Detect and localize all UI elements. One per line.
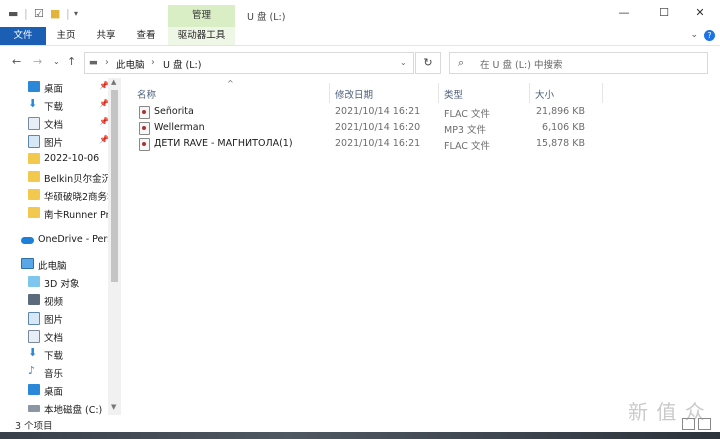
sidebar-item-desktop-pc[interactable]: 桌面: [0, 381, 108, 399]
sidebar-item-folder-2022-10-06[interactable]: 2022-10-06: [0, 150, 108, 168]
sidebar-item-this-pc[interactable]: 此电脑: [0, 255, 108, 273]
folder-icon: [28, 189, 40, 200]
close-button[interactable]: ✕: [690, 6, 710, 19]
pin-icon[interactable]: 📌: [99, 99, 108, 108]
download-icon: ⬇: [28, 346, 38, 359]
tab-view[interactable]: 查看: [130, 27, 162, 45]
sidebar-item-music[interactable]: ♪ 音乐: [0, 363, 108, 381]
tab-drive-tools[interactable]: 驱动器工具: [168, 27, 235, 45]
music-icon: ♪: [28, 364, 36, 377]
search-box[interactable]: ⌕ 在 U 盘 (L:) 中搜索: [449, 52, 708, 74]
refresh-button[interactable]: ↻: [415, 52, 441, 74]
sidebar-item-folder-belkin[interactable]: Belkin贝尔金沉浸: [0, 168, 108, 186]
back-button[interactable]: ←: [12, 55, 21, 68]
up-button[interactable]: ↑: [67, 55, 76, 68]
file-list: 名称 ^ 修改日期 类型 大小 Señorita 2021/10/14 16:2…: [122, 78, 720, 415]
sidebar-item-documents-pc[interactable]: 文档: [0, 327, 108, 345]
tab-share[interactable]: 共享: [90, 27, 122, 45]
window-title: U 盘 (L:): [247, 12, 286, 23]
navigation-bar: ← → ⌄ ↑ ▬ › 此电脑 › U 盘 (L:) ⌄ ↻ ⌕ 在 U 盘 (…: [0, 46, 720, 78]
forward-button[interactable]: →: [33, 55, 42, 68]
sidebar-item-pictures[interactable]: 图片 📌: [0, 132, 108, 150]
scroll-down-icon[interactable]: ▼: [111, 403, 116, 411]
document-icon: [28, 330, 40, 343]
sidebar-item-downloads-pc[interactable]: ⬇ 下载: [0, 345, 108, 363]
document-icon: [28, 117, 40, 130]
breadcrumb-this-pc[interactable]: 此电脑: [116, 57, 145, 71]
scrollbar-thumb[interactable]: [111, 90, 118, 282]
navigation-pane: 桌面 📌 ⬇ 下载 📌 文档 📌 图片 📌 2022-10-06 Belkin贝…: [0, 78, 121, 415]
recent-locations-icon[interactable]: ⌄: [53, 57, 60, 66]
pin-icon[interactable]: 📌: [99, 135, 108, 144]
desktop-icon: [28, 81, 40, 92]
column-header-date[interactable]: 修改日期: [330, 83, 439, 103]
onedrive-icon: [21, 237, 34, 244]
chevron-right-icon[interactable]: ›: [105, 57, 109, 68]
customize-toolbar-icon[interactable]: ▾: [74, 9, 78, 18]
audio-file-icon: [139, 138, 150, 151]
sidebar-item-onedrive[interactable]: OneDrive - Perso: [0, 231, 108, 249]
search-icon: ⌕: [458, 56, 465, 69]
sidebar-item-downloads[interactable]: ⬇ 下载 📌: [0, 96, 108, 114]
sort-up-icon: ^: [227, 79, 234, 88]
scroll-up-icon[interactable]: ▲: [111, 78, 116, 86]
cube-icon: [28, 276, 40, 287]
sidebar-item-3d-objects[interactable]: 3D 对象: [0, 273, 108, 291]
minimize-button[interactable]: —: [614, 6, 634, 19]
column-header-type[interactable]: 类型: [439, 83, 530, 103]
item-count: 3 个项目: [15, 421, 53, 432]
sidebar-item-folder-asus[interactable]: 华硕破晓2商务笔: [0, 186, 108, 204]
expand-ribbon-icon[interactable]: ⌄: [690, 30, 698, 40]
audio-file-icon: [139, 122, 150, 135]
explorer-window: ▬ | ☑ ■ | ▾ 管理 U 盘 (L:) — ☐ ✕ 文件 主页 共享 查…: [0, 0, 720, 432]
tab-file[interactable]: 文件: [0, 27, 46, 45]
folder-icon: [28, 207, 40, 218]
sidebar-item-local-disk-c[interactable]: 本地磁盘 (C:): [0, 399, 108, 415]
download-icon: ⬇: [28, 97, 38, 110]
chevron-right-icon[interactable]: ›: [151, 57, 155, 68]
sidebar-scrollbar[interactable]: ▲ ▼: [108, 78, 121, 415]
sidebar-item-pictures-pc[interactable]: 图片: [0, 309, 108, 327]
system-menu-icon[interactable]: ▬: [8, 7, 18, 20]
title-bar: ▬ | ☑ ■ | ▾ 管理 U 盘 (L:) — ☐ ✕: [0, 0, 720, 27]
status-bar: 3 个项目: [0, 415, 720, 432]
folder-icon: [28, 153, 40, 164]
picture-icon: [28, 135, 40, 148]
tab-home[interactable]: 主页: [50, 27, 82, 45]
tab-manage[interactable]: 管理: [168, 5, 235, 27]
help-icon[interactable]: ?: [704, 30, 715, 41]
file-row[interactable]: Wellerman 2021/10/14 16:20 MP3 文件 6,106 …: [134, 120, 600, 136]
drive-icon: [28, 405, 40, 412]
search-placeholder: 在 U 盘 (L:) 中搜索: [480, 60, 563, 71]
ribbon-tabs: 文件 主页 共享 查看 驱动器工具 ⌄ ?: [0, 27, 720, 46]
sidebar-item-folder-nank[interactable]: 南卡Runner Pro: [0, 204, 108, 222]
new-folder-icon[interactable]: ■: [50, 7, 60, 20]
file-row[interactable]: Señorita 2021/10/14 16:21 FLAC 文件 21,896…: [134, 104, 600, 120]
maximize-button[interactable]: ☐: [654, 6, 674, 19]
folder-icon: [28, 171, 40, 182]
separator: |: [24, 7, 28, 20]
desktop-background: [0, 432, 720, 439]
drive-icon: ▬: [89, 57, 98, 68]
sidebar-item-videos[interactable]: 视频: [0, 291, 108, 309]
video-icon: [28, 294, 40, 305]
column-header-size[interactable]: 大小: [530, 83, 603, 103]
audio-file-icon: [139, 106, 150, 119]
properties-icon[interactable]: ☑: [34, 7, 44, 20]
pin-icon[interactable]: 📌: [99, 117, 108, 126]
file-row[interactable]: ДЕТИ RAVE - МАГНИТОЛА(1) 2021/10/14 16:2…: [134, 136, 600, 152]
picture-icon: [28, 312, 40, 325]
desktop-icon: [28, 384, 40, 395]
address-bar[interactable]: ▬ › 此电脑 › U 盘 (L:) ⌄: [84, 52, 414, 74]
breadcrumb-drive[interactable]: U 盘 (L:): [163, 57, 201, 71]
address-dropdown-icon[interactable]: ⌄: [400, 58, 407, 67]
computer-icon: [21, 258, 34, 269]
column-header-name[interactable]: 名称 ^: [122, 79, 330, 103]
pin-icon[interactable]: 📌: [99, 81, 108, 90]
watermark: 新 值 众: [628, 400, 706, 424]
separator: |: [66, 7, 70, 20]
sidebar-item-desktop[interactable]: 桌面 📌: [0, 78, 108, 96]
sidebar-item-documents[interactable]: 文档 📌: [0, 114, 108, 132]
